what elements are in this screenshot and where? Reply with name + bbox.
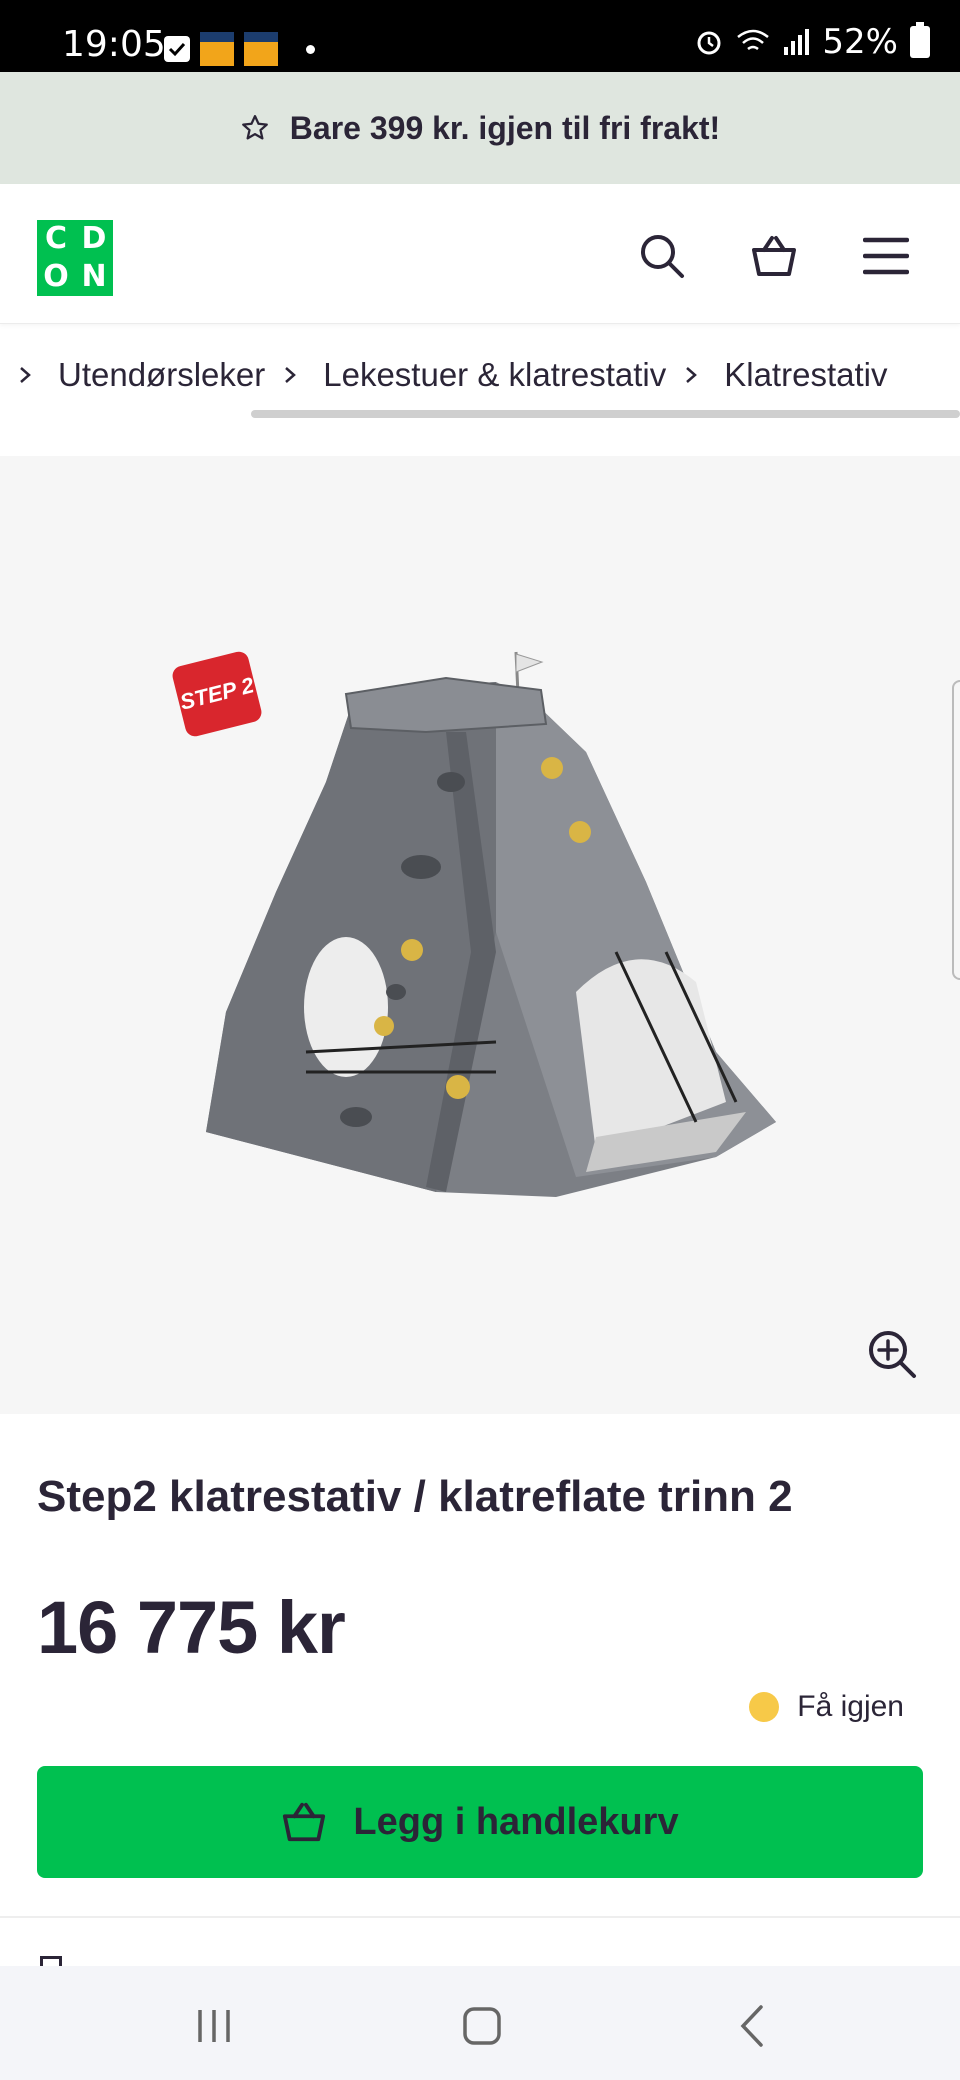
breadcrumb-item[interactable]: Klatrestativ xyxy=(724,356,887,394)
stock-status-text: Få igjen xyxy=(797,1690,904,1723)
chevron-right-icon xyxy=(18,367,34,383)
stock-indicator-icon xyxy=(749,1692,780,1722)
battery-icon xyxy=(910,22,930,58)
basket-icon xyxy=(283,1802,326,1842)
system-navigation-bar xyxy=(0,1966,960,2080)
breadcrumb-scrollbar[interactable] xyxy=(251,410,960,418)
add-to-cart-label: Legg i handlekurv xyxy=(353,1800,679,1843)
chevron-right-icon xyxy=(283,367,299,383)
zoom-in-icon xyxy=(869,1331,916,1378)
notification-icons xyxy=(164,32,315,66)
search-icon xyxy=(641,235,684,278)
home-icon xyxy=(463,2007,501,2045)
chevron-right-icon xyxy=(684,367,700,383)
more-notifications-icon xyxy=(306,44,315,54)
recent-apps-button[interactable] xyxy=(184,1996,244,2056)
product-price: 16 775 kr xyxy=(37,1586,346,1669)
search-button[interactable] xyxy=(630,224,694,288)
free-shipping-banner: Bare 399 kr. igjen til fri frakt! xyxy=(0,72,960,184)
truncated-icon xyxy=(40,1956,62,1966)
back-icon xyxy=(740,2005,763,2047)
cdon-logo[interactable]: C D O N xyxy=(37,220,113,296)
product-title: Step2 klatrestativ / klatreflate trinn 2 xyxy=(37,1472,793,1521)
system-status: 52% xyxy=(694,22,930,62)
battery-percent: 52% xyxy=(822,22,898,62)
menu-icon xyxy=(863,237,909,275)
menu-button[interactable] xyxy=(854,224,918,288)
stock-status: Få igjen xyxy=(749,1690,904,1724)
app-notification-icon xyxy=(200,32,234,66)
alarm-icon xyxy=(697,31,721,55)
back-button[interactable] xyxy=(722,1996,782,2056)
basket-icon xyxy=(752,236,796,276)
zoom-button[interactable] xyxy=(864,1326,920,1382)
add-to-cart-button[interactable]: Legg i handlekurv xyxy=(37,1766,923,1878)
status-bar: 19:05 52% xyxy=(0,0,960,72)
product-image-gallery[interactable]: STEP 2 xyxy=(0,456,960,1414)
breadcrumb: Utendørsleker Lekestuer & klatrestativ K… xyxy=(0,350,960,400)
home-button[interactable] xyxy=(452,1996,512,2056)
basket-button[interactable] xyxy=(742,224,806,288)
breadcrumb-item[interactable]: Utendørsleker xyxy=(58,356,265,394)
wifi-icon xyxy=(737,29,770,51)
signal-icon xyxy=(784,29,810,55)
site-header: C D O N xyxy=(0,184,960,324)
status-time: 19:05 xyxy=(62,24,166,65)
product-image xyxy=(206,651,776,1197)
star-icon xyxy=(241,115,268,140)
section-divider xyxy=(0,1916,960,1918)
promo-text: Bare 399 kr. igjen til fri frakt! xyxy=(289,109,721,146)
gallery-scroll-handle[interactable] xyxy=(952,680,960,980)
app-notification-icon xyxy=(244,32,278,66)
checkbox-notification-icon xyxy=(164,36,190,62)
breadcrumb-item[interactable]: Lekestuer & klatrestativ xyxy=(323,356,666,394)
recent-apps-icon xyxy=(198,2010,230,2042)
